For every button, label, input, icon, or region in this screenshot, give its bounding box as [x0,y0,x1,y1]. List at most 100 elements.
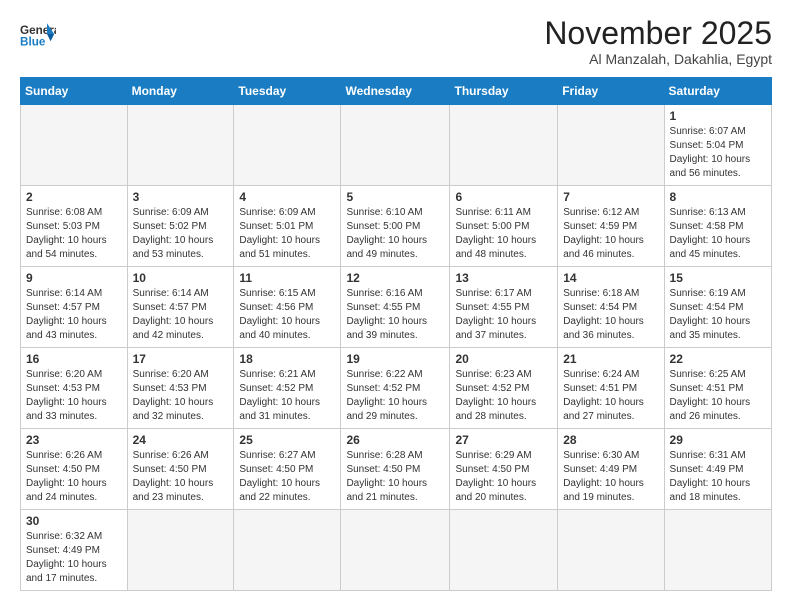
day-number: 8 [670,190,766,204]
calendar-cell: 22 Sunrise: 6:25 AMSunset: 4:51 PMDayligh… [664,348,771,429]
day-info: Sunrise: 6:22 AMSunset: 4:52 PMDaylight:… [346,368,444,424]
calendar-cell: 15 Sunrise: 6:19 AMSunset: 4:54 PMDayligh… [664,267,771,348]
calendar-cell: 10 Sunrise: 6:14 AMSunset: 4:57 PMDayligh… [127,267,234,348]
day-number: 13 [455,271,552,285]
calendar-week-6: 30 Sunrise: 6:32 AMSunset: 4:49 PMDayligh… [21,510,772,591]
weekday-header-friday: Friday [558,78,664,105]
weekday-header-saturday: Saturday [664,78,771,105]
day-info: Sunrise: 6:15 AMSunset: 4:56 PMDaylight:… [239,287,335,343]
calendar-week-2: 2Sunrise: 6:08 AMSunset: 5:03 PMDaylight… [21,186,772,267]
calendar-cell: 14 Sunrise: 6:18 AMSunset: 4:54 PMDayligh… [558,267,664,348]
day-number: 1 [670,109,766,123]
day-number: 2 [26,190,122,204]
day-info: Sunrise: 6:30 AMSunset: 4:49 PMDaylight:… [563,449,658,505]
day-info: Sunrise: 6:07 AMSunset: 5:04 PMDaylight:… [670,125,766,181]
day-number: 25 [239,433,335,447]
calendar-cell [341,510,450,591]
day-info: Sunrise: 6:21 AMSunset: 4:52 PMDaylight:… [239,368,335,424]
calendar-cell: 13 Sunrise: 6:17 AMSunset: 4:55 PMDayligh… [450,267,558,348]
logo: General Blue [20,16,56,52]
calendar-cell: 23Sunrise: 6:26 AMSunset: 4:50 PMDayligh… [21,429,128,510]
calendar-cell: 30 Sunrise: 6:32 AMSunset: 4:49 PMDayligh… [21,510,128,591]
calendar-cell [127,510,234,591]
calendar-cell: 19 Sunrise: 6:22 AMSunset: 4:52 PMDayligh… [341,348,450,429]
day-number: 26 [346,433,444,447]
day-info: Sunrise: 6:19 AMSunset: 4:54 PMDaylight:… [670,287,766,343]
day-number: 5 [346,190,444,204]
day-number: 10 [133,271,229,285]
calendar-cell: 20Sunrise: 6:23 AMSunset: 4:52 PMDayligh… [450,348,558,429]
day-info: Sunrise: 6:17 AMSunset: 4:55 PMDaylight:… [455,287,552,343]
day-info: Sunrise: 6:18 AMSunset: 4:54 PMDaylight:… [563,287,658,343]
calendar-cell: 6 Sunrise: 6:11 AMSunset: 5:00 PMDaylight… [450,186,558,267]
day-info: Sunrise: 6:09 AMSunset: 5:01 PMDaylight:… [239,206,335,262]
day-number: 15 [670,271,766,285]
calendar-cell: 12Sunrise: 6:16 AMSunset: 4:55 PMDayligh… [341,267,450,348]
day-number: 19 [346,352,444,366]
weekday-header-thursday: Thursday [450,78,558,105]
day-number: 9 [26,271,122,285]
day-info: Sunrise: 6:11 AMSunset: 5:00 PMDaylight:… [455,206,552,262]
day-info: Sunrise: 6:25 AMSunset: 4:51 PMDaylight:… [670,368,766,424]
day-number: 17 [133,352,229,366]
day-number: 11 [239,271,335,285]
day-info: Sunrise: 6:32 AMSunset: 4:49 PMDaylight:… [26,530,122,586]
weekday-header-sunday: Sunday [21,78,128,105]
day-info: Sunrise: 6:09 AMSunset: 5:02 PMDaylight:… [133,206,229,262]
day-number: 16 [26,352,122,366]
calendar-cell: 28Sunrise: 6:30 AMSunset: 4:49 PMDayligh… [558,429,664,510]
calendar-cell [558,105,664,186]
day-info: Sunrise: 6:20 AMSunset: 4:53 PMDaylight:… [133,368,229,424]
calendar-cell: 17 Sunrise: 6:20 AMSunset: 4:53 PMDayligh… [127,348,234,429]
calendar-subtitle: Al Manzalah, Dakahlia, Egypt [544,51,772,67]
calendar-week-5: 23Sunrise: 6:26 AMSunset: 4:50 PMDayligh… [21,429,772,510]
calendar-cell: 21 Sunrise: 6:24 AMSunset: 4:51 PMDayligh… [558,348,664,429]
day-info: Sunrise: 6:10 AMSunset: 5:00 PMDaylight:… [346,206,444,262]
day-info: Sunrise: 6:20 AMSunset: 4:53 PMDaylight:… [26,368,122,424]
calendar-cell: 18 Sunrise: 6:21 AMSunset: 4:52 PMDayligh… [234,348,341,429]
day-number: 14 [563,271,658,285]
page: General Blue November 2025 Al Manzalah, … [0,0,792,607]
weekday-header-row: SundayMondayTuesdayWednesdayThursdayFrid… [21,78,772,105]
weekday-header-monday: Monday [127,78,234,105]
calendar-cell: 29 Sunrise: 6:31 AMSunset: 4:49 PMDayligh… [664,429,771,510]
logo-icon: General Blue [20,16,56,52]
day-number: 29 [670,433,766,447]
calendar-cell [127,105,234,186]
day-info: Sunrise: 6:16 AMSunset: 4:55 PMDaylight:… [346,287,444,343]
calendar-week-1: 1 Sunrise: 6:07 AMSunset: 5:04 PMDaylight… [21,105,772,186]
calendar-cell [450,105,558,186]
calendar-cell: 2Sunrise: 6:08 AMSunset: 5:03 PMDaylight… [21,186,128,267]
day-info: Sunrise: 6:14 AMSunset: 4:57 PMDaylight:… [26,287,122,343]
svg-text:Blue: Blue [20,36,46,49]
day-number: 6 [455,190,552,204]
calendar-cell [234,105,341,186]
day-number: 18 [239,352,335,366]
calendar-table: SundayMondayTuesdayWednesdayThursdayFrid… [20,77,772,591]
calendar-week-3: 9 Sunrise: 6:14 AMSunset: 4:57 PMDaylight… [21,267,772,348]
weekday-header-wednesday: Wednesday [341,78,450,105]
calendar-cell [234,510,341,591]
calendar-cell [21,105,128,186]
day-number: 22 [670,352,766,366]
day-number: 21 [563,352,658,366]
day-number: 4 [239,190,335,204]
day-number: 30 [26,514,122,528]
calendar-cell: 9 Sunrise: 6:14 AMSunset: 4:57 PMDaylight… [21,267,128,348]
calendar-cell: 16 Sunrise: 6:20 AMSunset: 4:53 PMDayligh… [21,348,128,429]
calendar-cell: 1 Sunrise: 6:07 AMSunset: 5:04 PMDaylight… [664,105,771,186]
day-info: Sunrise: 6:26 AMSunset: 4:50 PMDaylight:… [26,449,122,505]
calendar-cell: 8Sunrise: 6:13 AMSunset: 4:58 PMDaylight… [664,186,771,267]
calendar-cell: 11 Sunrise: 6:15 AMSunset: 4:56 PMDayligh… [234,267,341,348]
calendar-cell: 7Sunrise: 6:12 AMSunset: 4:59 PMDaylight… [558,186,664,267]
title-block: November 2025 Al Manzalah, Dakahlia, Egy… [544,16,772,67]
day-info: Sunrise: 6:31 AMSunset: 4:49 PMDaylight:… [670,449,766,505]
day-info: Sunrise: 6:14 AMSunset: 4:57 PMDaylight:… [133,287,229,343]
day-number: 3 [133,190,229,204]
day-info: Sunrise: 6:29 AMSunset: 4:50 PMDaylight:… [455,449,552,505]
header: General Blue November 2025 Al Manzalah, … [20,16,772,67]
weekday-header-tuesday: Tuesday [234,78,341,105]
day-info: Sunrise: 6:24 AMSunset: 4:51 PMDaylight:… [563,368,658,424]
calendar-cell: 27Sunrise: 6:29 AMSunset: 4:50 PMDayligh… [450,429,558,510]
day-number: 7 [563,190,658,204]
